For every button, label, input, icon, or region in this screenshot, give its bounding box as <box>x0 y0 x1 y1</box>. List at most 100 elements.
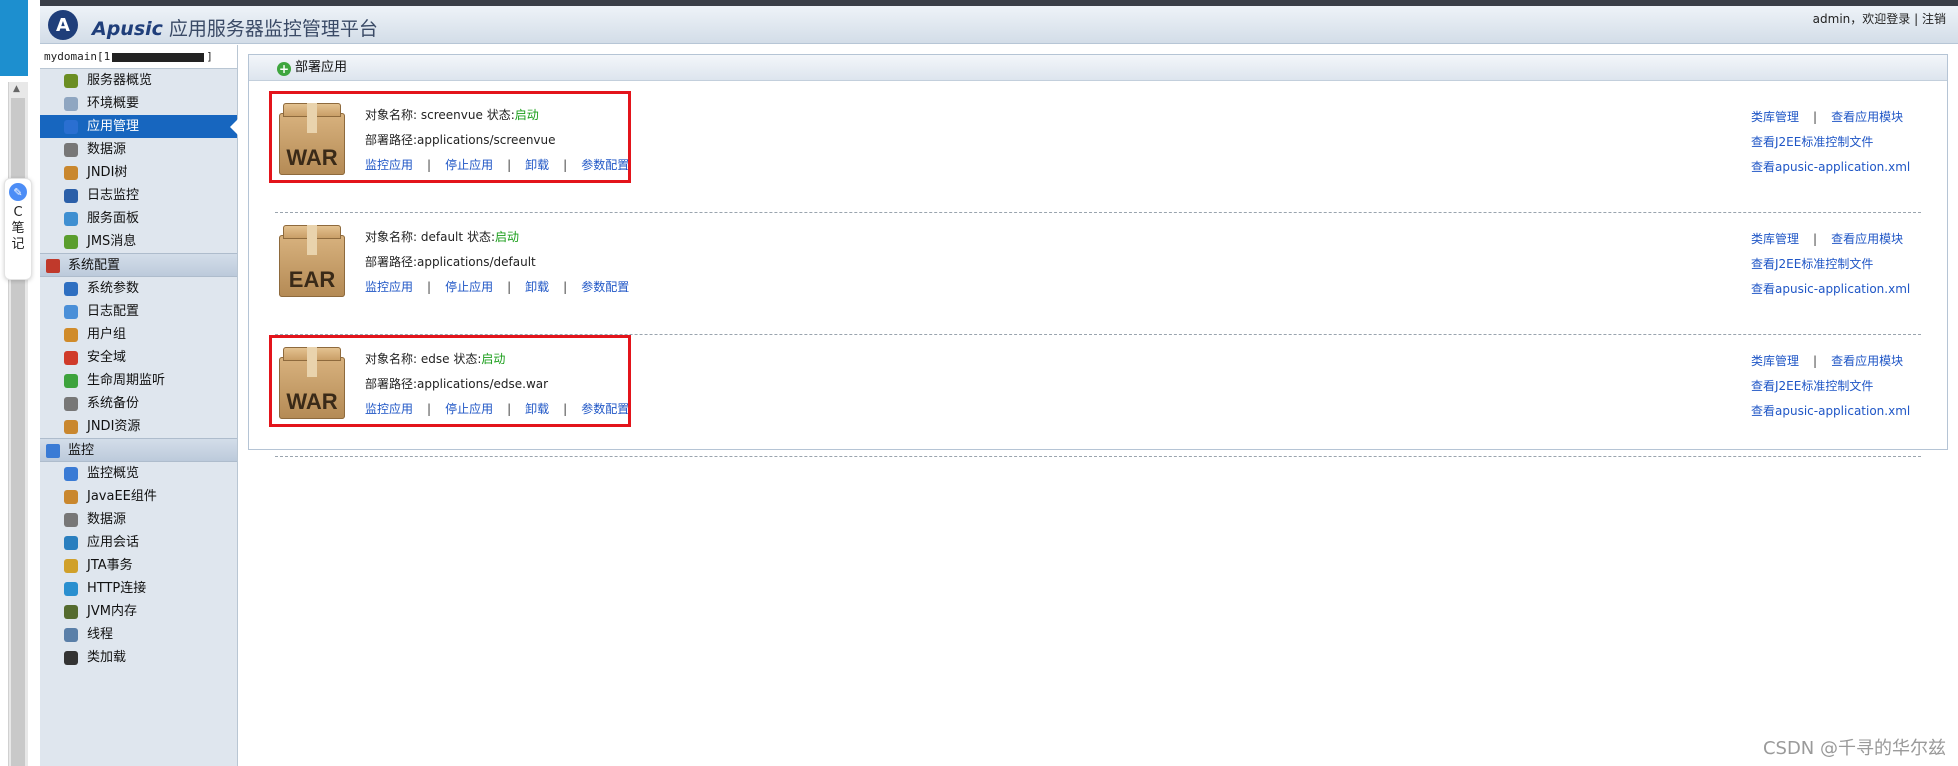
sidebar-item-label: 数据源 <box>87 512 127 527</box>
note-widget[interactable]: ✎ C 笔 记 <box>4 178 32 280</box>
nav-monitor-group: 监控概览 JavaEE组件 数据源应用会话 JTA事务 HTTP连接 JVM内存线程类加载 <box>40 462 237 669</box>
monitor-overview-icon <box>64 467 78 481</box>
sidebar-item-app-session[interactable]: 应用会话 <box>40 531 237 554</box>
sidebar-item-label: JavaEE组件 <box>87 489 157 504</box>
sidebar-item-environment[interactable]: 环境概要 <box>40 92 237 115</box>
row-divider <box>275 456 1921 457</box>
view-apusic-xml-link[interactable]: 查看apusic-application.xml <box>1751 160 1910 174</box>
view-j2ee-descriptor-link[interactable]: 查看J2EE标准控制文件 <box>1751 135 1873 149</box>
sidebar-item-label: 线程 <box>87 627 114 642</box>
log-config-icon <box>64 305 78 319</box>
sidebar-item-http-connection[interactable]: HTTP连接 <box>40 577 237 600</box>
sidebar-item-label: 监控概览 <box>87 466 140 481</box>
note-logo-icon: ✎ <box>9 183 27 201</box>
csdn-watermark: CSDN @千寻的华尔兹 <box>1762 738 1946 759</box>
sidebar-item-label: 系统参数 <box>87 281 140 296</box>
sidebar-item-label: JVM内存 <box>87 604 137 619</box>
sidebar-item-thread[interactable]: 线程 <box>40 623 237 646</box>
logout-link[interactable]: 注销 <box>1922 12 1946 26</box>
uninstall-app-link[interactable]: 卸载 <box>525 280 549 294</box>
app-row: EAR 对象名称: default 状态:启动 部署路径:application… <box>269 213 1929 335</box>
user-area: admin，欢迎登录 | 注销 <box>1813 10 1946 27</box>
view-apusic-xml-link[interactable]: 查看apusic-application.xml <box>1751 282 1910 296</box>
sidebar-item-system-backup[interactable]: 系统备份 <box>40 392 237 415</box>
sidebar-item-server-overview[interactable]: 服务器概览 <box>40 69 237 92</box>
system-config-icon <box>46 259 60 273</box>
sidebar-item-jms-message[interactable]: JMS消息 <box>40 230 237 253</box>
view-j2ee-descriptor-link[interactable]: 查看J2EE标准控制文件 <box>1751 379 1873 393</box>
monitor-app-link[interactable]: 监控应用 <box>365 280 413 294</box>
view-modules-link[interactable]: 查看应用模块 <box>1831 110 1903 124</box>
sidebar-item-label: 日志配置 <box>87 304 140 319</box>
sidebar-item-label: 系统备份 <box>87 396 140 411</box>
lib-manage-link[interactable]: 类库管理 <box>1751 232 1799 246</box>
add-deploy-icon[interactable]: + <box>277 62 291 76</box>
sidebar-item-javaee-component[interactable]: JavaEE组件 <box>40 485 237 508</box>
sidebar-item-log-monitor[interactable]: 日志监控 <box>40 184 237 207</box>
app-header: A Apusic 应用服务器监控管理平台 admin，欢迎登录 | 注销 <box>40 6 1958 44</box>
view-apusic-xml-link[interactable]: 查看apusic-application.xml <box>1751 404 1910 418</box>
jta-transaction-icon <box>64 559 78 573</box>
sidebar-item-jndi-resource[interactable]: JNDI资源 <box>40 415 237 438</box>
group-system-config[interactable]: 系统配置 <box>40 253 237 277</box>
apusic-logo-icon: A <box>48 10 78 40</box>
sidebar-item-app-manage[interactable]: 应用管理 <box>40 115 238 138</box>
page-title: Apusic 应用服务器监控管理平台 <box>92 14 378 41</box>
view-modules-link[interactable]: 查看应用模块 <box>1831 232 1903 246</box>
app-side-links: 类库管理 | 查看应用模块 查看J2EE标准控制文件 查看apusic-applic… <box>1751 232 1911 296</box>
sidebar-item-security-domain[interactable]: 安全域 <box>40 346 237 369</box>
sidebar-item-jta-transaction[interactable]: JTA事务 <box>40 554 237 577</box>
sidebar-item-datasource[interactable]: 数据源 <box>40 138 237 161</box>
sidebar-item-system-params[interactable]: 系统参数 <box>40 277 237 300</box>
sidebar-item-label: 应用会话 <box>87 535 140 550</box>
sidebar-item-lifecycle[interactable]: 生命周期监听 <box>40 369 237 392</box>
class-loading-icon <box>64 651 78 665</box>
thread-icon <box>64 628 78 642</box>
datasource-icon <box>64 513 78 527</box>
sidebar-item-label: 服务面板 <box>87 211 140 226</box>
sidebar-item-label: JTA事务 <box>87 558 133 573</box>
highlight-box <box>269 91 631 183</box>
sidebar-item-label: 安全域 <box>87 350 127 365</box>
scroll-up-icon[interactable]: ▲ <box>13 84 20 94</box>
sidebar-item-label: 服务器概览 <box>87 73 153 88</box>
system-params-icon <box>64 282 78 296</box>
sidebar-item-jvm-memory[interactable]: JVM内存 <box>40 600 237 623</box>
sidebar-item-jndi-tree[interactable]: JNDI树 <box>40 161 237 184</box>
http-connection-icon <box>64 582 78 596</box>
welcome-text: admin，欢迎登录 <box>1812 12 1911 26</box>
deploy-app-button[interactable]: 部署应用 <box>295 60 347 75</box>
sidebar-item-datasource[interactable]: 数据源 <box>40 508 237 531</box>
domain-label[interactable]: mydomain[1] <box>40 45 237 69</box>
sidebar-item-label: HTTP连接 <box>87 581 147 596</box>
param-config-link[interactable]: 参数配置 <box>581 280 629 294</box>
sidebar-item-label: JMS消息 <box>87 234 137 249</box>
sidebar-item-monitor-overview[interactable]: 监控概览 <box>40 462 237 485</box>
sidebar-item-label: 日志监控 <box>87 188 140 203</box>
note-widget-text: C 笔 记 <box>11 205 25 252</box>
app-status: 启动 <box>494 230 519 244</box>
sidebar-item-service-panel[interactable]: 服务面板 <box>40 207 237 230</box>
app-name-line: 对象名称: default 状态:启动 <box>365 230 519 244</box>
view-modules-link[interactable]: 查看应用模块 <box>1831 354 1903 368</box>
browser-edge: ▲ ✎ C 笔 记 <box>0 0 40 766</box>
package-type-label: EAR <box>288 267 336 292</box>
monitor-icon <box>46 444 60 458</box>
app-manage-icon <box>64 120 78 134</box>
service-panel-icon <box>64 212 78 226</box>
lib-manage-link[interactable]: 类库管理 <box>1751 354 1799 368</box>
sidebar-item-label: JNDI树 <box>87 165 128 180</box>
security-domain-icon <box>64 351 78 365</box>
highlight-box <box>269 335 631 427</box>
sidebar-item-user-group[interactable]: 用户组 <box>40 323 237 346</box>
user-group-icon <box>64 328 78 342</box>
sidebar-item-log-config[interactable]: 日志配置 <box>40 300 237 323</box>
app-info: 对象名称: default 状态:启动 部署路径:applications/de… <box>365 225 629 300</box>
lib-manage-link[interactable]: 类库管理 <box>1751 110 1799 124</box>
group-monitor[interactable]: 监控 <box>40 438 237 462</box>
sidebar-item-label: 数据源 <box>87 142 127 157</box>
sidebar-item-class-loading[interactable]: 类加载 <box>40 646 237 669</box>
stop-app-link[interactable]: 停止应用 <box>445 280 493 294</box>
platform-subtitle: 应用服务器监控管理平台 <box>168 18 378 40</box>
view-j2ee-descriptor-link[interactable]: 查看J2EE标准控制文件 <box>1751 257 1873 271</box>
